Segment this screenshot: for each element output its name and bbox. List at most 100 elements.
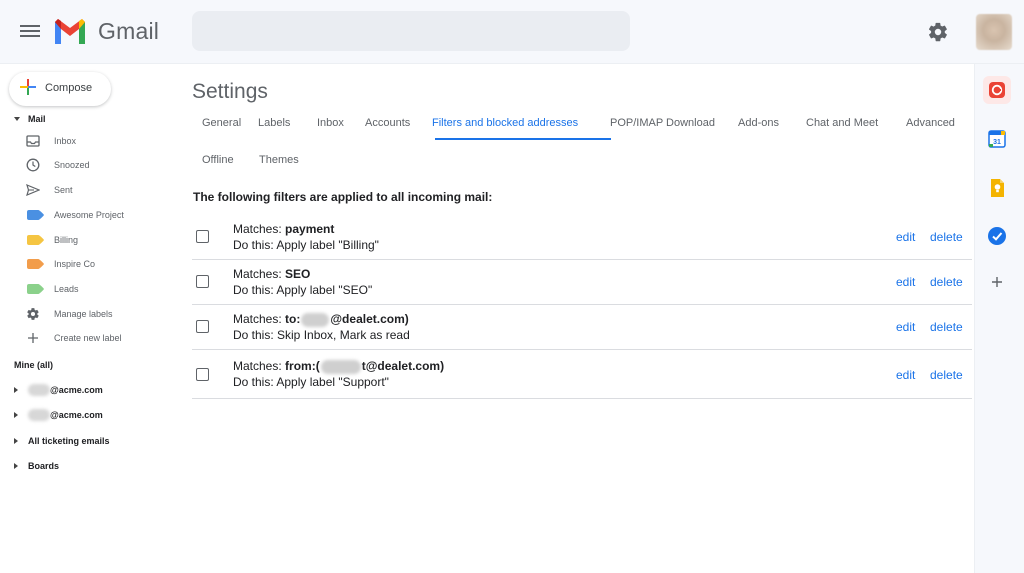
tab-labels[interactable]: Labels [258,117,290,129]
account-item[interactable]: @acme.com [14,406,103,424]
add-addon-plus-icon[interactable] [989,274,1005,290]
sidebar-item-snoozed[interactable]: Snoozed [24,155,90,175]
tab-themes[interactable]: Themes [259,154,299,166]
filter-match: Matches: SEO [233,267,310,281]
sidebar-item-inbox[interactable]: Inbox [24,131,76,151]
sidebar-item-label: Awesome Project [54,210,124,220]
plus-icon [24,330,42,346]
account-avatar[interactable] [976,14,1012,50]
filter-row: Matches: from:( t@dealet.com) Do this: Ap… [192,353,972,399]
sidebar-item-label: Manage labels [54,309,113,319]
tab-accounts[interactable]: Accounts [365,117,410,129]
sidebar-item-leads[interactable]: Leads [24,279,79,299]
account-item[interactable]: @acme.com [14,381,103,399]
delete-link[interactable]: delete [930,275,963,289]
delete-link[interactable]: delete [930,368,963,382]
tab-general[interactable]: General [202,117,241,129]
match-value-before: to: [285,312,301,326]
filter-row: Matches: payment Do this: Apply label "B… [192,216,972,260]
filter-checkbox[interactable] [196,275,209,288]
tab-filters-and-blocked-addresses[interactable]: Filters and blocked addresses [432,117,578,129]
right-side-panel: 31 [974,64,1024,573]
match-value: payment [285,222,335,236]
account-label: @acme.com [50,385,103,395]
main-content: Settings General Labels Inbox Accounts F… [180,64,974,573]
filter-row: Matches: SEO Do this: Apply label "SEO" … [192,261,972,305]
tab-offline[interactable]: Offline [202,154,234,166]
top-bar: Gmail [0,0,1024,64]
sidebar-item-label: Create new label [54,333,122,343]
label-icon [24,232,42,248]
account-item[interactable]: Boards [14,457,59,475]
tab-add-ons[interactable]: Add-ons [738,117,779,129]
gear-icon [24,306,42,322]
search-input[interactable] [192,11,630,51]
sidebar-item-label: Inbox [54,136,77,146]
match-prefix: Matches: [233,267,286,281]
expand-triangle-icon [14,412,18,418]
sidebar-item-label: Leads [54,284,79,294]
mine-all-header: Mine (all) [14,360,54,370]
mail-header-label: Mail [28,114,46,124]
expand-triangle-icon [14,387,18,393]
label-icon [24,207,42,223]
tab-pop-imap-download[interactable]: POP/IMAP Download [610,117,715,129]
edit-link[interactable]: edit [896,320,915,334]
match-value-after: @dealet.com) [330,312,409,326]
match-value-before: from:( [285,359,320,373]
tab-advanced[interactable]: Advanced [906,117,955,129]
filter-action: Do this: Apply label "SEO" [233,283,373,297]
match-prefix: Matches: [233,359,286,373]
contacts-addon-icon[interactable] [983,76,1011,104]
left-sidebar: Compose Mail Inbox Snoozed Sent Awesome … [0,64,180,573]
edit-link[interactable]: edit [896,275,915,289]
send-icon [24,182,42,198]
filter-checkbox[interactable] [196,368,209,381]
tab-chat-and-meet[interactable]: Chat and Meet [806,117,878,129]
tab-inbox[interactable]: Inbox [317,117,344,129]
compose-button[interactable]: Compose [9,72,111,106]
filter-match: Matches: from:( t@dealet.com) [233,359,444,374]
delete-link[interactable]: delete [930,320,963,334]
redacted-text [28,409,50,421]
sidebar-item-label: Billing [54,235,79,245]
edit-link[interactable]: edit [896,368,915,382]
sidebar-item-manage-labels[interactable]: Manage labels [24,304,113,324]
filter-row: Matches: to: @dealet.com) Do this: Skip I… [192,306,972,350]
hamburger-menu-icon[interactable] [20,22,40,40]
match-value: SEO [285,267,311,281]
calendar-icon[interactable]: 31 [983,125,1011,153]
sidebar-item-create-new-label[interactable]: Create new label [24,328,122,348]
page-title: Settings [192,80,268,103]
tasks-icon[interactable] [983,222,1011,250]
expand-triangle-icon [14,463,18,469]
filter-action: Do this: Apply label "Billing" [233,238,379,252]
compose-label: Compose [45,82,93,94]
delete-link[interactable]: delete [930,230,963,244]
collapse-triangle-icon [14,117,20,121]
sidebar-item-billing[interactable]: Billing [24,230,78,250]
account-label: @acme.com [50,410,103,420]
keep-icon[interactable] [983,174,1011,202]
sidebar-item-sent[interactable]: Sent [24,180,73,200]
label-icon [24,281,42,297]
svg-text:31: 31 [993,139,1001,146]
sidebar-item-inspire-co[interactable]: Inspire Co [24,254,95,274]
account-label: Boards [28,461,60,471]
edit-link[interactable]: edit [896,230,915,244]
sidebar-item-awesome-project[interactable]: Awesome Project [24,205,124,225]
inbox-icon [24,133,42,149]
filter-action: Do this: Apply label "Support" [233,375,389,389]
redacted-text [320,359,361,374]
filter-checkbox[interactable] [196,230,209,243]
mail-section-header[interactable]: Mail [14,114,46,124]
filter-checkbox[interactable] [196,320,209,333]
match-value-after: t@dealet.com) [361,359,445,373]
account-label: All ticketing emails [28,436,110,446]
app-brand: Gmail [98,18,160,44]
settings-gear-icon[interactable] [927,21,949,43]
match-prefix: Matches: [233,312,286,326]
account-item[interactable]: All ticketing emails [14,432,110,450]
active-tab-indicator [435,138,611,140]
filter-match: Matches: payment [233,222,334,236]
